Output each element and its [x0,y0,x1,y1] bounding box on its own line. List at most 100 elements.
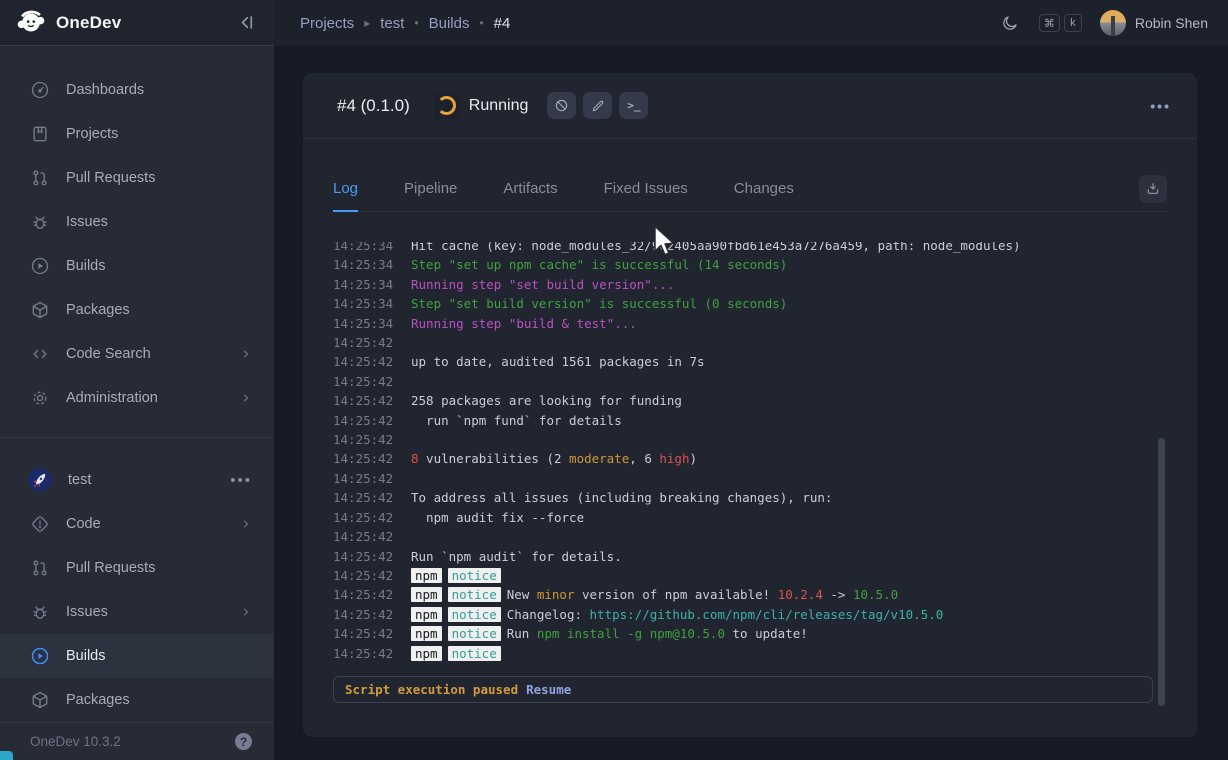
log-text: npm install -g npm@10.5.0 [537,626,725,641]
log-line: 14:25:42258 packages are looking for fun… [333,391,1153,410]
sidebar-item-label: Builds [66,258,106,274]
log-text: https://github.com/npm/cli/releases/tag/… [590,607,944,622]
sidebar-item-dashboards[interactable]: Dashboards [0,68,274,112]
log-line: 14:25:42npmnotice [333,566,1153,585]
sidebar-item-label: Pull Requests [66,170,155,186]
log-line: 14:25:42Run `npm audit` for details. [333,547,1153,566]
sidebar-nav: Dashboards Projects Pull Requests Issues… [0,46,274,722]
breadcrumb-test[interactable]: test [380,15,404,32]
log-text: up to date, audited 1561 packages in 7s [411,354,705,369]
topbar: Projects ▸ test • Builds • #4 ⌘ k Robin … [274,0,1228,47]
sidebar-project-test[interactable]: test ••• [0,458,274,502]
cmd-keycap: ⌘ [1039,14,1060,32]
code-search-icon [30,344,50,364]
sidebar-item-label: Packages [66,302,130,318]
sidebar-item-project-pull-requests[interactable]: Pull Requests [0,546,274,590]
log-text: Run [507,626,537,641]
log-text: New [507,587,537,602]
log-text: npm audit fix --force [411,510,584,525]
log-text: Hit cache (key: node_modules_32/9e2405aa… [411,242,1021,253]
log-text: , 6 [629,451,659,466]
sidebar-item-issues[interactable]: Issues [0,200,274,244]
sidebar-item-builds[interactable]: Builds [0,244,274,288]
terminal-button[interactable]: >_ [619,92,648,119]
log-line: 14:25:42 [333,333,1153,352]
paused-message: Script execution paused [345,682,518,697]
brand-name: OneDev [56,13,121,33]
sidebar-header: OneDev [0,0,274,46]
sidebar-collapse-icon[interactable] [237,13,256,32]
tab-fixed-issues[interactable]: Fixed Issues [604,180,688,211]
log-line: 14:25:34Running step "build & test"... [333,314,1153,333]
build-status: Running [469,97,529,115]
sidebar-item-code-search[interactable]: Code Search [0,332,274,376]
breadcrumb-builds[interactable]: Builds [429,15,470,32]
sidebar-item-administration[interactable]: Administration [0,376,274,420]
page-content: #4 (0.1.0) Running >_ ••• [274,47,1228,760]
build-actions: >_ [547,92,648,119]
sidebar-item-project-issues[interactable]: Issues [0,590,274,634]
help-icon[interactable]: ? [235,733,252,750]
cancel-build-button[interactable] [547,92,576,119]
sidebar-item-pull-requests[interactable]: Pull Requests [0,156,274,200]
notice-badge: notice [448,607,501,622]
sidebar-item-packages[interactable]: Packages [0,288,274,332]
sidebar-item-label: Administration [66,390,158,406]
download-log-button[interactable] [1139,175,1167,203]
running-spinner-icon [434,93,460,119]
log-text: Run `npm audit` for details. [411,549,622,564]
log-viewport: 14:25:34Hit cache (key: node_modules_32/… [333,242,1153,662]
dot-separator-icon: • [414,16,418,30]
sidebar-item-project-builds[interactable]: Builds [0,634,274,678]
projects-icon [30,124,50,144]
notice-badge: notice [448,568,501,583]
tab-changes[interactable]: Changes [734,180,794,211]
build-card: #4 (0.1.0) Running >_ ••• [303,73,1197,737]
log-text: Changelog: [507,607,590,622]
log-line: 14:25:42 run `npm fund` for details [333,411,1153,430]
log-text: to update! [725,626,808,641]
edit-build-button[interactable] [583,92,612,119]
paused-bar: Script execution paused Resume [333,676,1153,703]
dot-separator-icon: • [479,16,483,30]
breadcrumb: Projects ▸ test • Builds • #4 [300,15,510,32]
sidebar-item-projects[interactable]: Projects [0,112,274,156]
breadcrumb-projects[interactable]: Projects [300,15,354,32]
more-options-icon[interactable]: ••• [1150,98,1171,114]
log-line: 14:25:34Hit cache (key: node_modules_32/… [333,242,1153,255]
caret-right-icon: ▸ [364,16,370,30]
notice-badge: notice [448,587,501,602]
dashboard-icon [30,80,50,100]
npm-badge: npm [411,626,442,641]
log-text: Running step "set build version"... [411,277,674,292]
build-header: #4 (0.1.0) Running >_ ••• [303,73,1197,139]
breadcrumb-build-number: #4 [494,15,511,32]
shortcut-hint[interactable]: ⌘ k [1039,14,1082,32]
log-line: 14:25:42npmnoticeChangelog: https://gith… [333,605,1153,624]
topbar-right: ⌘ k Robin Shen [1001,10,1208,36]
log-scrollbar-thumb[interactable] [1158,438,1165,706]
build-tabs: Log Pipeline Artifacts Fixed Issues Chan… [333,180,794,211]
log-text: moderate [569,451,629,466]
project-more-icon[interactable]: ••• [230,472,252,489]
resume-link[interactable]: Resume [526,682,571,697]
log-text: -> [823,587,853,602]
log-line: 14:25:34Step "set build version" is succ… [333,294,1153,313]
tab-artifacts[interactable]: Artifacts [503,180,557,211]
build-title: #4 (0.1.0) [337,96,410,116]
sidebar-item-project-code[interactable]: Code [0,502,274,546]
log-line: 14:25:428 vulnerabilities (2 moderate, 6… [333,449,1153,468]
tab-log[interactable]: Log [333,180,358,212]
log-text: vulnerabilities (2 [419,451,570,466]
tab-pipeline[interactable]: Pipeline [404,180,457,211]
user-name[interactable]: Robin Shen [1135,15,1208,31]
chevron-right-icon [240,348,252,360]
dark-mode-icon[interactable] [1001,14,1019,32]
build-tabs-row: Log Pipeline Artifacts Fixed Issues Chan… [333,175,1167,212]
user-avatar[interactable] [1100,10,1126,36]
sidebar-item-project-packages[interactable]: Packages [0,678,274,722]
log-text: 258 packages are looking for funding [411,393,682,408]
npm-badge: npm [411,646,442,661]
log-line: 14:25:42 [333,372,1153,391]
log-text: To address all issues (including breakin… [411,490,832,505]
